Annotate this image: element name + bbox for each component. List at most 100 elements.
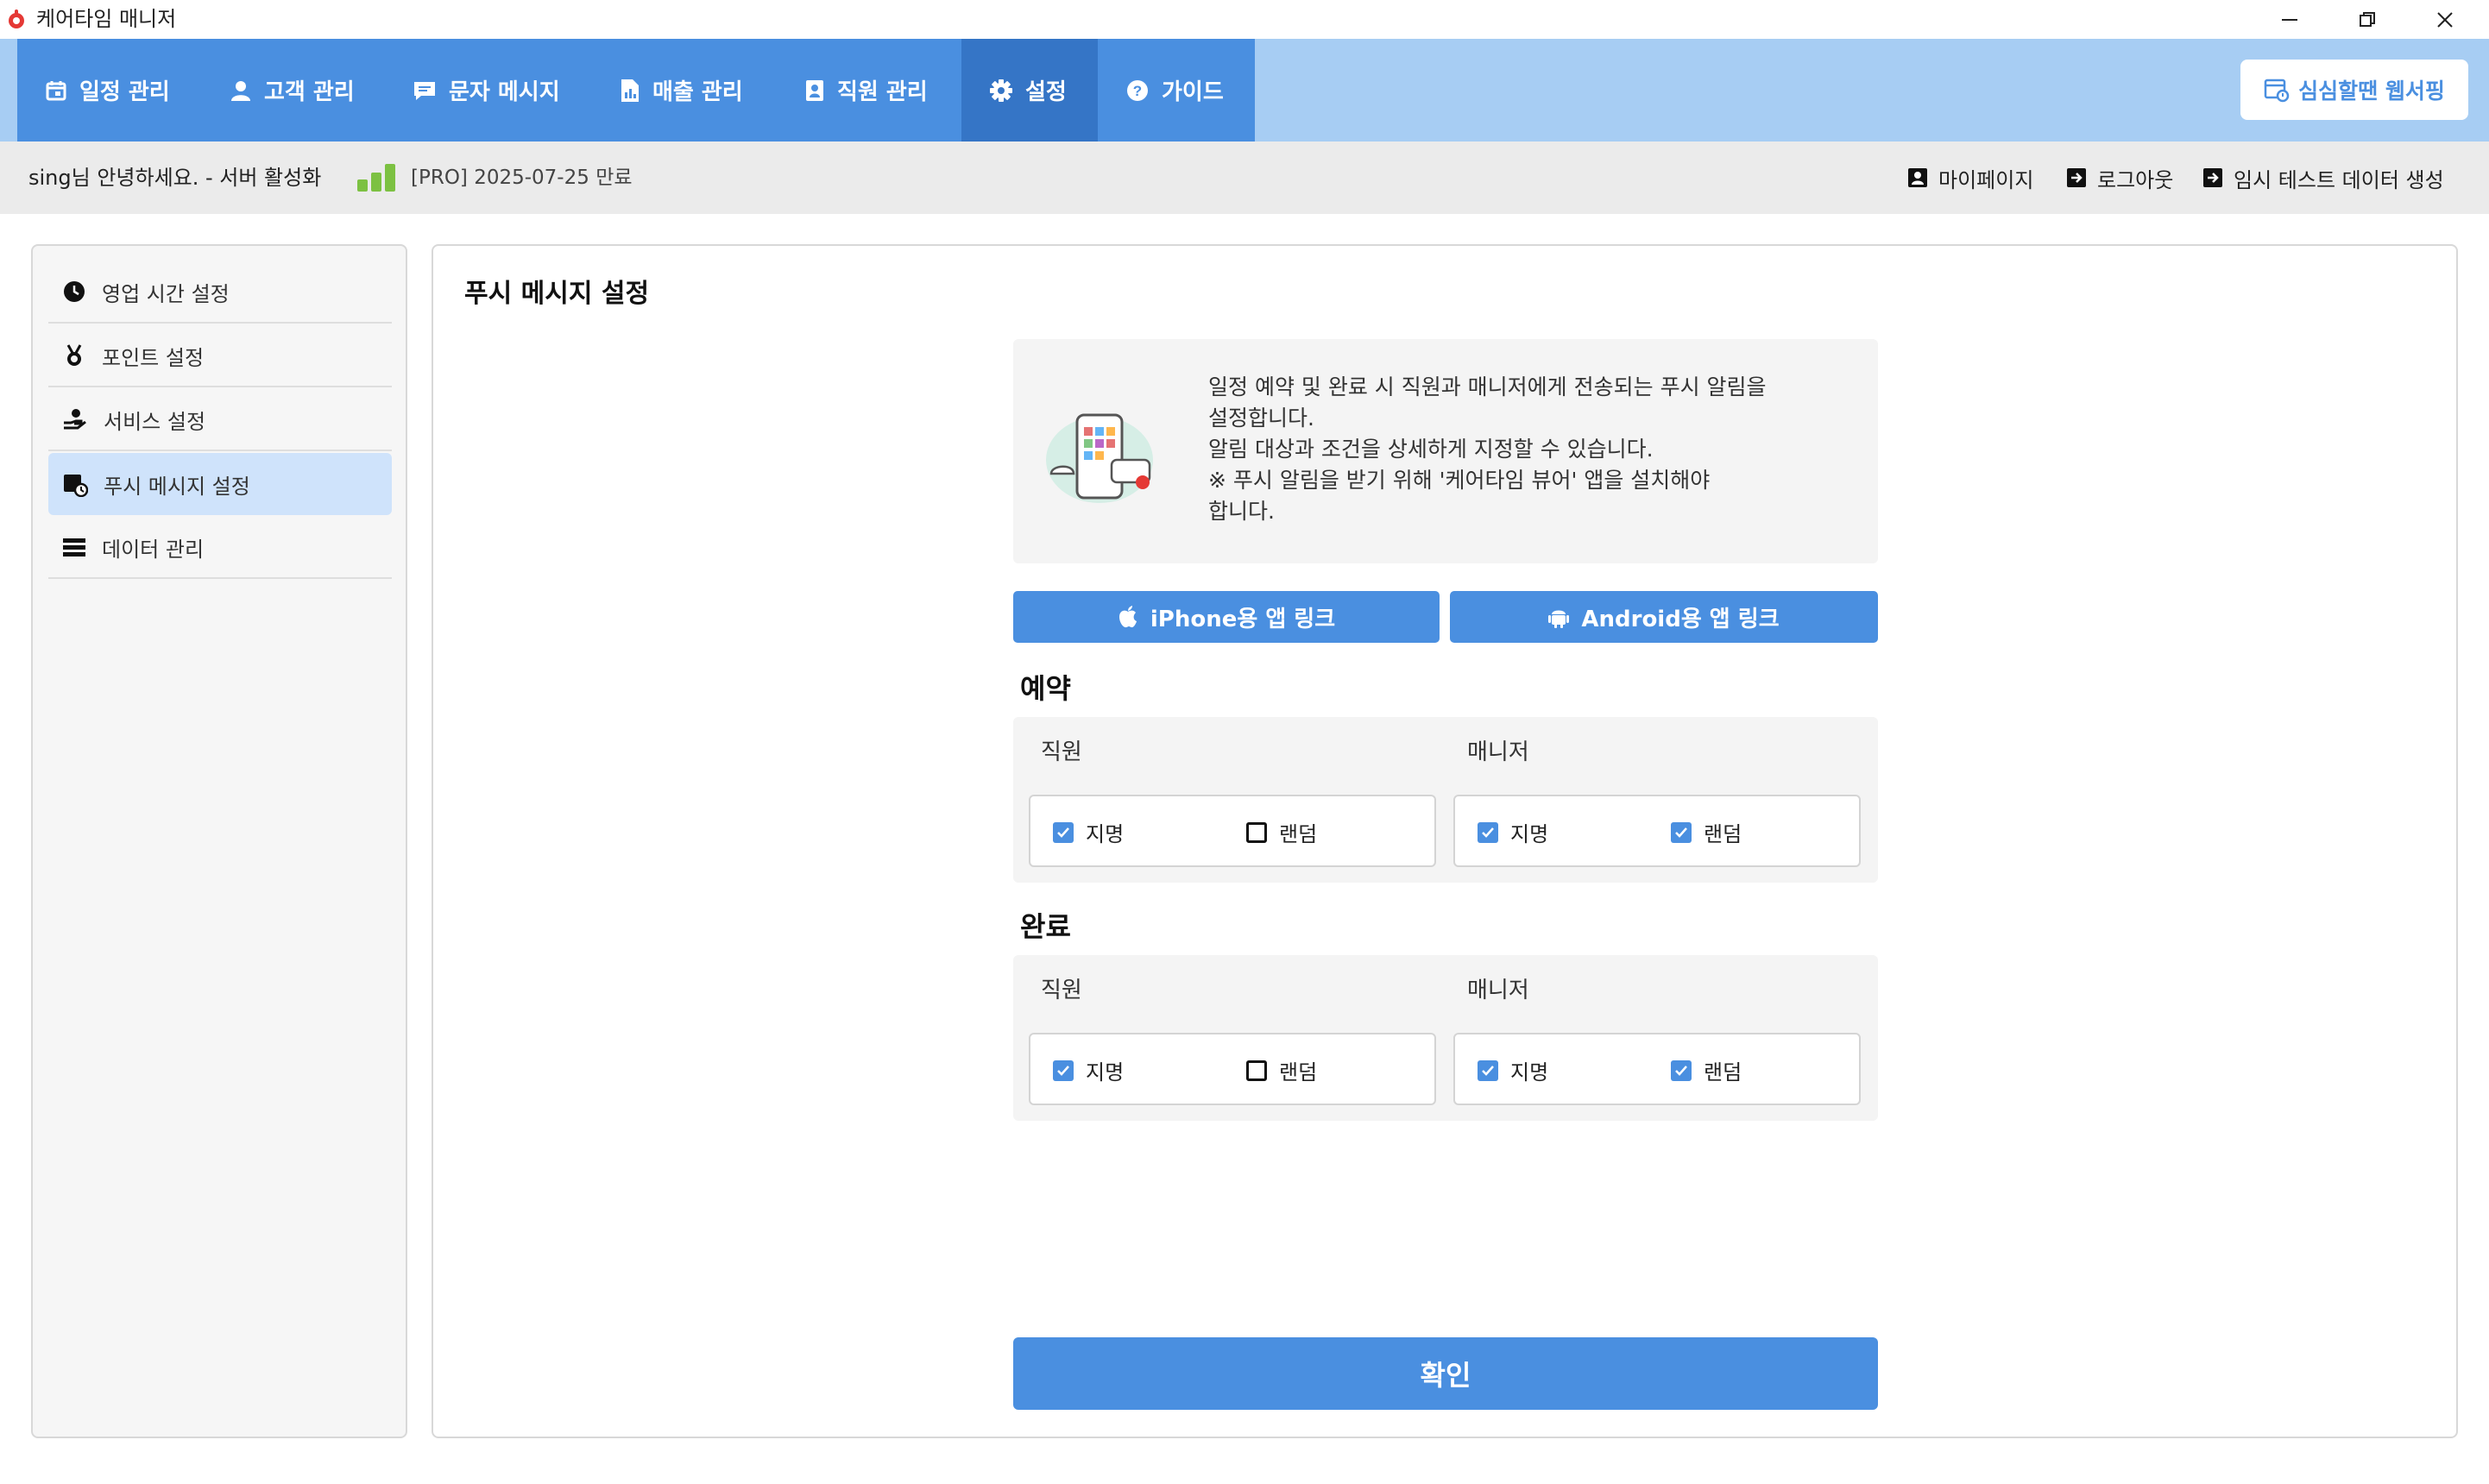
option-label: 지명: [1510, 822, 1549, 846]
android-button-label: Android용 앱 링크: [1581, 606, 1780, 632]
info-description: 일정 예약 및 완료 시 직원과 매니저에게 전송되는 푸시 알림을 설정합니다…: [1208, 372, 1864, 527]
tab-label: 설정: [1025, 79, 1067, 105]
info-line: 일정 예약 및 완료 시 직원과 매니저에게 전송되는 푸시 알림을: [1208, 374, 1767, 399]
id-badge-icon: [804, 79, 825, 103]
option-label: 랜덤: [1704, 822, 1742, 846]
mypage-label: 마이페이지: [1938, 167, 2034, 192]
svg-text:?: ?: [1133, 83, 1142, 99]
checkbox-checked-icon: [1478, 1060, 1498, 1081]
confirm-button[interactable]: 확인: [1013, 1337, 1878, 1410]
option-label: 지명: [1510, 1060, 1549, 1085]
minimize-icon[interactable]: [2251, 0, 2328, 39]
iphone-app-link-button[interactable]: iPhone용 앱 링크: [1013, 591, 1440, 643]
sidebar-item-points[interactable]: 포인트 설정: [48, 325, 392, 387]
medal-icon: [62, 343, 86, 368]
sidebar-item-business-hours[interactable]: 영업 시간 설정: [48, 261, 392, 324]
checkbox-checked-icon: [1671, 1060, 1692, 1081]
logout-link[interactable]: 로그아웃: [2066, 160, 2173, 195]
mypage-link[interactable]: 마이페이지: [1907, 160, 2033, 195]
reservation-staff-random-checkbox[interactable]: 랜덤: [1246, 817, 1317, 847]
gear-icon: [989, 79, 1013, 103]
tab-settings[interactable]: 설정: [989, 39, 1067, 141]
reservation-section-title: 예약: [1020, 672, 1071, 705]
tab-staff[interactable]: 직원 관리: [804, 39, 928, 141]
web-surfing-button[interactable]: 심심할땐 웹서핑: [2240, 60, 2468, 120]
logout-label: 로그아웃: [2097, 167, 2174, 192]
completion-manager-random-checkbox[interactable]: 랜덤: [1671, 1055, 1742, 1085]
document-chart-icon: [620, 79, 640, 103]
completion-manager-named-checkbox[interactable]: 지명: [1478, 1055, 1548, 1085]
tab-customers[interactable]: 고객 관리: [230, 39, 355, 141]
tab-messages[interactable]: 문자 메시지: [413, 39, 560, 141]
greeting-text: sing님 안녕하세요. - 서버 활성화: [28, 166, 322, 190]
checkbox-unchecked-icon: [1246, 1060, 1267, 1081]
info-line: 설정합니다.: [1208, 406, 1314, 431]
checkbox-checked-icon: [1053, 1060, 1074, 1081]
test-data-label: 임시 테스트 데이터 생성: [2234, 167, 2444, 192]
tab-label: 문자 메시지: [449, 79, 560, 105]
reservation-staff-options: 지명 랜덤: [1029, 795, 1436, 867]
title-bar: 케어타임 매니저: [0, 0, 2489, 39]
checkbox-unchecked-icon: [1246, 821, 1267, 843]
arrow-box-icon: [2202, 167, 2223, 188]
tab-guide[interactable]: ? 가이드: [1125, 39, 1224, 141]
completion-manager-options: 지명 랜덤: [1453, 1033, 1861, 1105]
test-data-link[interactable]: 임시 테스트 데이터 생성: [2202, 160, 2444, 195]
info-box: 일정 예약 및 완료 시 직원과 매니저에게 전송되는 푸시 알림을 설정합니다…: [1013, 339, 1878, 563]
option-label: 지명: [1086, 822, 1125, 846]
sidebar-item-label: 서비스 설정: [104, 409, 206, 434]
sidebar-item-label: 데이터 관리: [102, 537, 205, 562]
calendar-clock-icon: [62, 471, 88, 497]
tab-label: 고객 관리: [264, 79, 355, 105]
info-line: 합니다.: [1208, 499, 1275, 524]
tab-label: 직원 관리: [837, 79, 928, 105]
sidebar-item-label: 포인트 설정: [102, 345, 205, 370]
reservation-manager-options: 지명 랜덤: [1453, 795, 1861, 867]
reservation-manager-named-checkbox[interactable]: 지명: [1478, 817, 1548, 847]
tab-sales[interactable]: 매출 관리: [620, 39, 743, 141]
message-icon: [413, 79, 437, 102]
completion-staff-named-checkbox[interactable]: 지명: [1053, 1055, 1124, 1085]
completion-section-title: 완료: [1020, 910, 1071, 943]
iphone-button-label: iPhone용 앱 링크: [1150, 606, 1336, 632]
option-label: 랜덤: [1704, 1060, 1742, 1085]
sidebar-item-label: 푸시 메시지 설정: [104, 474, 250, 499]
option-label: 지명: [1086, 1060, 1125, 1085]
calendar-icon: [45, 79, 67, 102]
tab-label: 매출 관리: [652, 79, 743, 105]
staff-label: 직원: [1041, 978, 1082, 1003]
sidebar-item-services[interactable]: 서비스 설정: [48, 389, 392, 451]
browser-icon: [2264, 77, 2290, 103]
option-label: 랜덤: [1279, 1060, 1318, 1085]
clock-icon: [62, 280, 86, 304]
logout-icon: [2066, 167, 2087, 188]
info-line: 알림 대상과 조건을 상세하게 지정할 수 있습니다.: [1208, 437, 1654, 462]
push-settings-panel: 푸시 메시지 설정 일정 예약 및 완료 시 직원과 매니저에게 전송되는 푸시…: [432, 244, 2458, 1438]
page-title: 푸시 메시지 설정: [464, 279, 650, 309]
completion-staff-random-checkbox[interactable]: 랜덤: [1246, 1055, 1317, 1085]
checkbox-checked-icon: [1053, 821, 1074, 843]
restore-icon[interactable]: [2328, 0, 2406, 39]
person-icon: [230, 79, 252, 102]
sidebar-item-data[interactable]: 데이터 관리: [48, 517, 392, 579]
option-label: 랜덤: [1279, 822, 1318, 846]
reservation-manager-random-checkbox[interactable]: 랜덤: [1671, 817, 1742, 847]
phone-notification-illustration: [1039, 406, 1160, 510]
android-app-link-button[interactable]: Android용 앱 링크: [1450, 591, 1878, 643]
tab-schedule[interactable]: 일정 관리: [45, 39, 170, 141]
profile-card-icon: [1907, 167, 1928, 188]
close-icon[interactable]: [2406, 0, 2484, 39]
question-circle-icon: ?: [1125, 79, 1150, 103]
sidebar-item-push-messages[interactable]: 푸시 메시지 설정: [48, 453, 392, 515]
apple-icon: [1118, 605, 1138, 629]
app-logo-icon: [7, 9, 26, 29]
status-bar: sing님 안녕하세요. - 서버 활성화 [PRO] 2025-07-25 만…: [0, 141, 2489, 214]
tab-label: 일정 관리: [79, 79, 170, 105]
reservation-staff-named-checkbox[interactable]: 지명: [1053, 817, 1124, 847]
top-navigation: 일정 관리 고객 관리 문자 메시지 매출 관리 직원 관리 설정 ? 가이드 …: [0, 39, 2489, 141]
plan-expiry: [PRO] 2025-07-25 만료: [411, 167, 633, 189]
hand-service-icon: [62, 407, 88, 431]
completion-group: 직원 매니저 지명 랜덤 지명 랜덤: [1013, 955, 1878, 1121]
manager-label: 매니저: [1467, 739, 1529, 765]
signal-icon: [356, 162, 397, 192]
